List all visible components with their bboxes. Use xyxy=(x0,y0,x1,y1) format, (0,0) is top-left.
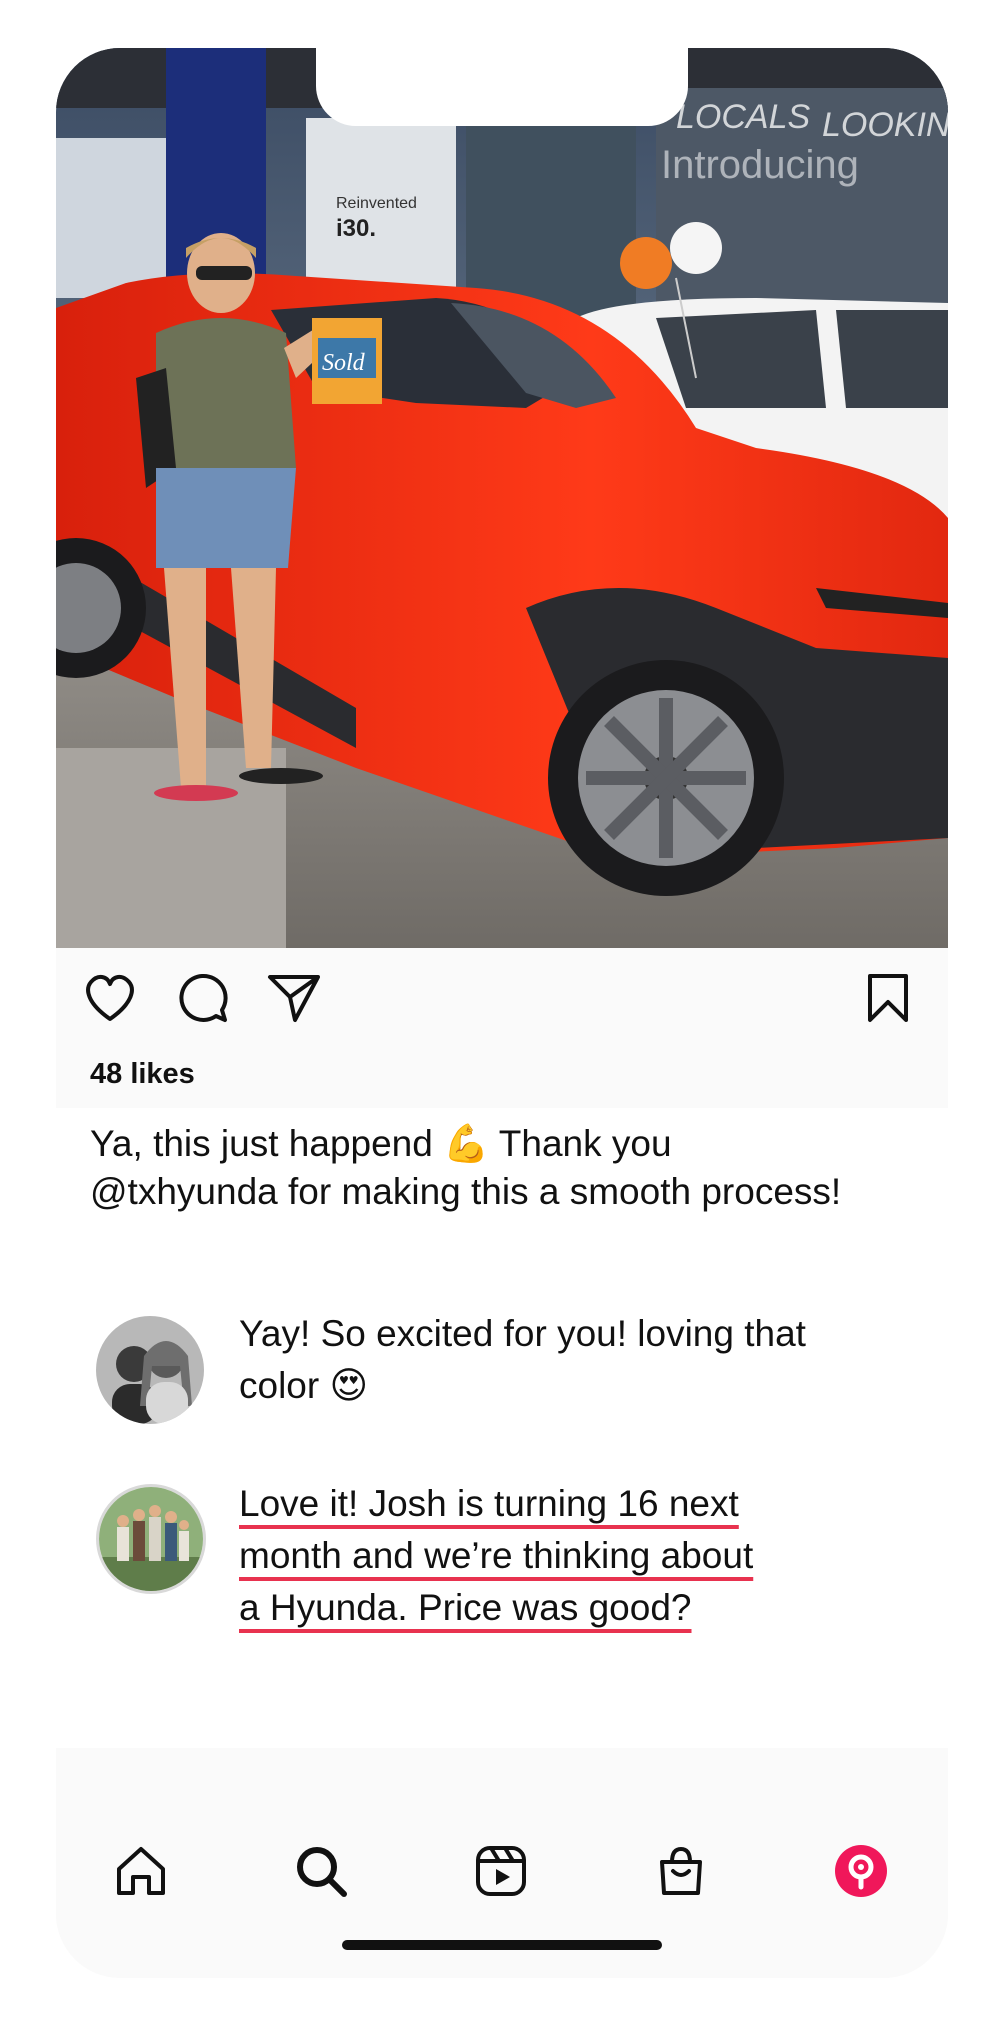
window-text-reinvented: Reinvented xyxy=(336,195,417,212)
post-photo[interactable]: LOCALS LOOKING Introducing Reinvented i3… xyxy=(56,48,948,948)
window-text-looking: LOOKING xyxy=(822,106,948,144)
like-button[interactable] xyxy=(78,966,142,1030)
post-caption: Ya, this just happend 💪 Thank you @txhyu… xyxy=(90,1123,842,1212)
reels-icon xyxy=(476,1846,526,1896)
nav-home[interactable] xyxy=(106,1836,176,1906)
caption-area: Ya, this just happend 💪 Thank you @txhyu… xyxy=(56,1108,948,1748)
comment-line: a Hyunda. Price was good? xyxy=(239,1587,692,1628)
comment-text: Yay! So excited for you! loving that col… xyxy=(239,1313,806,1406)
profile-icon xyxy=(835,1845,887,1897)
comment-line: month and we’re thinking about xyxy=(239,1535,754,1576)
nav-profile[interactable] xyxy=(826,1836,896,1906)
bookmark-icon xyxy=(868,974,908,1022)
window-text-locals: LOCALS xyxy=(676,98,810,136)
share-button[interactable] xyxy=(262,966,326,1030)
post-actions xyxy=(56,966,948,1046)
nav-reels[interactable] xyxy=(466,1836,536,1906)
bottom-nav xyxy=(56,1816,948,1926)
likes-count[interactable]: 48 likes xyxy=(90,1058,195,1091)
comment-text: Love it! Josh is turning 16 next month a… xyxy=(239,1478,879,1634)
phone-frame: LOCALS LOOKING Introducing Reinvented i3… xyxy=(56,48,948,1978)
comment-line: Love it! Josh is turning 16 next xyxy=(239,1483,739,1524)
heart-icon xyxy=(86,975,134,1021)
avatar[interactable] xyxy=(96,1484,206,1594)
save-button[interactable] xyxy=(856,966,920,1030)
home-indicator[interactable] xyxy=(342,1940,662,1950)
sold-sign-text: Sold xyxy=(322,350,366,376)
notch xyxy=(316,48,688,126)
send-icon xyxy=(268,975,320,1022)
window-text-introducing: Introducing xyxy=(661,143,859,187)
comment-icon xyxy=(179,973,228,1022)
shop-icon xyxy=(660,1846,702,1895)
nav-shop[interactable] xyxy=(646,1836,716,1906)
nav-search[interactable] xyxy=(286,1836,356,1906)
sold-sign: Sold xyxy=(312,318,382,404)
search-icon xyxy=(297,1847,347,1897)
window-text-i30: i30. xyxy=(336,215,376,242)
avatar[interactable] xyxy=(96,1316,204,1424)
comment-button[interactable] xyxy=(170,966,234,1030)
home-icon xyxy=(117,1847,165,1895)
